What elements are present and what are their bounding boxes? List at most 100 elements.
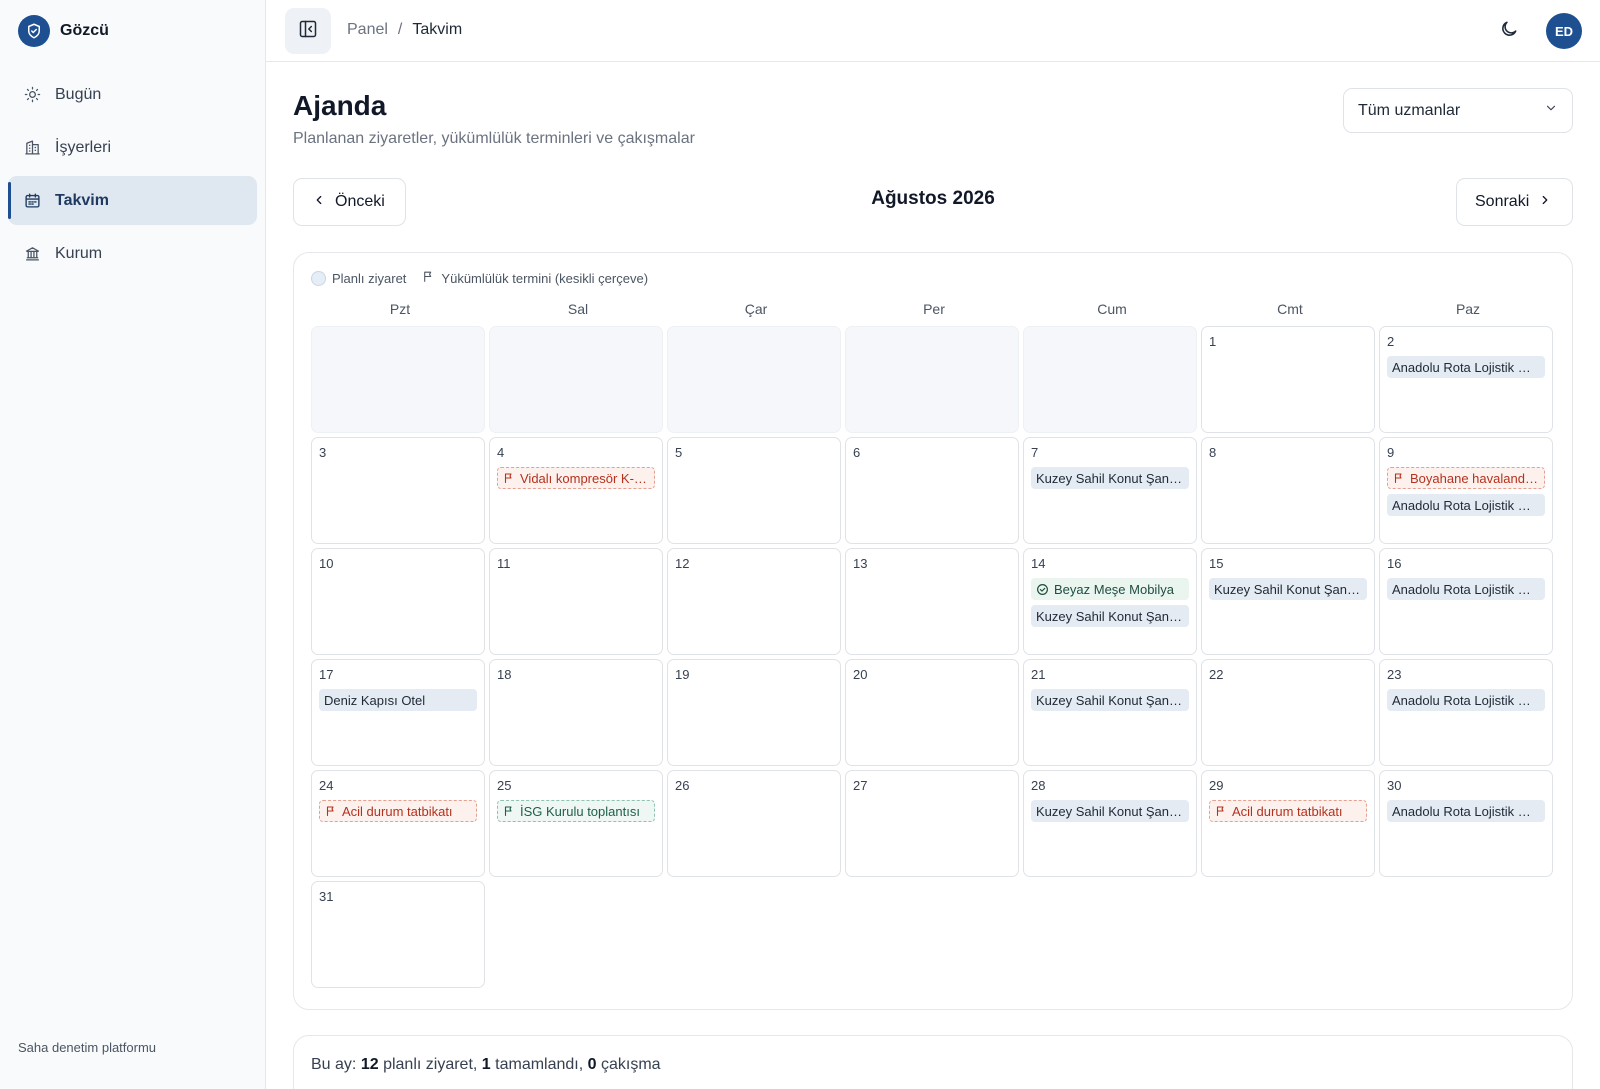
deadline-event[interactable]: Acil durum tatbikatı xyxy=(319,800,477,822)
day-cell[interactable]: 7 Kuzey Sahil Konut Şantiyesi xyxy=(1023,437,1197,544)
sidebar-collapse-icon xyxy=(298,19,318,44)
day-number: 20 xyxy=(853,667,868,682)
visit-event[interactable]: Anadolu Rota Lojistik Depo xyxy=(1387,356,1545,378)
calendar-card: Planlı ziyaret Yükümlülük termini (kesik… xyxy=(293,252,1573,1010)
day-number: 3 xyxy=(319,445,327,460)
completed-visit-event[interactable]: Beyaz Meşe Mobilya xyxy=(1031,578,1189,600)
event-label: Kuzey Sahil Konut Şantiyesi xyxy=(1036,803,1184,819)
day-cell[interactable]: 8 xyxy=(1201,437,1375,544)
flag-icon xyxy=(1215,805,1227,817)
day-cell[interactable]: 12 xyxy=(667,548,841,655)
topbar: Panel / Takvim ED xyxy=(266,0,1600,62)
shield-logo-icon xyxy=(18,15,50,47)
day-cell[interactable]: 27 xyxy=(845,770,1019,877)
event-label: Anadolu Rota Lojistik Depo xyxy=(1392,497,1540,513)
day-cell[interactable]: 19 xyxy=(667,659,841,766)
chevron-down-icon xyxy=(1544,101,1558,120)
conflict-label: çakışma xyxy=(601,1056,661,1073)
day-cell[interactable]: 1 xyxy=(1201,326,1375,433)
deadline-event[interactable]: Boyahane havalandırma xyxy=(1387,467,1545,489)
brand[interactable]: Gözcü xyxy=(18,15,109,47)
day-cell[interactable]: 4 Vidalı kompresör K-2 kontrolü xyxy=(489,437,663,544)
visit-event[interactable]: Deniz Kapısı Otel xyxy=(319,689,477,711)
breadcrumb-parent[interactable]: Panel xyxy=(347,21,388,39)
day-cell[interactable]: 2 Anadolu Rota Lojistik Depo xyxy=(1379,326,1553,433)
day-cell[interactable]: 26 xyxy=(667,770,841,877)
day-cell[interactable]: 25 İSG Kurulu toplantısı xyxy=(489,770,663,877)
day-number: 9 xyxy=(1387,445,1395,460)
visit-event[interactable]: Anadolu Rota Lojistik Depo xyxy=(1387,689,1545,711)
flag-icon xyxy=(503,805,515,817)
visit-event[interactable]: Anadolu Rota Lojistik Depo xyxy=(1387,800,1545,822)
next-month-button[interactable]: Sonraki xyxy=(1456,178,1573,226)
avatar[interactable]: ED xyxy=(1546,13,1582,49)
day-cell[interactable]: 14 Beyaz Meşe Mobilya Kuzey Sahil Konut Şa… xyxy=(1023,548,1197,655)
visit-event[interactable]: Kuzey Sahil Konut Şantiyesi xyxy=(1209,578,1367,600)
moon-icon xyxy=(1499,19,1519,44)
day-cell[interactable]: 13 xyxy=(845,548,1019,655)
event-label: Acil durum tatbikatı xyxy=(342,803,453,819)
day-number: 27 xyxy=(853,778,868,793)
day-cell[interactable]: 29 Acil durum tatbikatı xyxy=(1201,770,1375,877)
sidebar-item-takvim[interactable]: Takvim xyxy=(8,176,257,225)
empty-day-cell xyxy=(667,326,841,433)
calendar-legend: Planlı ziyaret Yükümlülük termini (kesik… xyxy=(311,270,648,286)
day-cell[interactable]: 24 Acil durum tatbikatı xyxy=(311,770,485,877)
weekday-label: Paz xyxy=(1455,301,1481,317)
sidebar-item-isyerleri[interactable]: İşyerleri xyxy=(8,123,257,172)
event-label: Kuzey Sahil Konut Şantiyesi xyxy=(1036,692,1184,708)
sidebar-item-bugun[interactable]: Bugün xyxy=(8,70,257,119)
day-number: 24 xyxy=(319,778,334,793)
event-label: Kuzey Sahil Konut Şantiyesi xyxy=(1036,608,1184,624)
day-cell[interactable]: 31 xyxy=(311,881,485,988)
main-content: Ajanda Planlanan ziyaretler, yükümlülük … xyxy=(266,62,1600,1089)
visit-event[interactable]: Kuzey Sahil Konut Şantiyesi xyxy=(1031,467,1189,489)
day-number: 4 xyxy=(497,445,505,460)
day-cell[interactable]: 9 Boyahane havalandırma Anadolu Rota Lojis… xyxy=(1379,437,1553,544)
day-cell[interactable]: 23 Anadolu Rota Lojistik Depo xyxy=(1379,659,1553,766)
brand-name: Gözcü xyxy=(60,22,109,39)
visit-event[interactable]: Kuzey Sahil Konut Şantiyesi xyxy=(1031,605,1189,627)
sidebar-item-label: İşyerleri xyxy=(55,138,112,156)
sidebar-footer: Saha denetim platformu xyxy=(18,1040,157,1055)
sidebar: Gözcü Bugün İşyerleri Takvim Kurum Saha … xyxy=(0,0,266,1089)
day-cell[interactable]: 18 xyxy=(489,659,663,766)
day-cell[interactable]: 17 Deniz Kapısı Otel xyxy=(311,659,485,766)
day-cell[interactable]: 10 xyxy=(311,548,485,655)
event-label: Deniz Kapısı Otel xyxy=(324,692,426,708)
planned-count: 12 xyxy=(360,1056,379,1073)
day-number: 1 xyxy=(1209,334,1217,349)
day-cell[interactable]: 15 Kuzey Sahil Konut Şantiyesi xyxy=(1201,548,1375,655)
deadline-event[interactable]: Vidalı kompresör K-2 kontrolü xyxy=(497,467,655,489)
day-cell[interactable]: 3 xyxy=(311,437,485,544)
weekday-label: Cmt xyxy=(1277,301,1303,317)
empty-day-cell xyxy=(845,326,1019,433)
deadline-event[interactable]: İSG Kurulu toplantısı xyxy=(497,800,655,822)
day-number: 12 xyxy=(675,556,690,571)
day-cell[interactable]: 16 Anadolu Rota Lojistik Depo xyxy=(1379,548,1553,655)
weekday-label: Cum xyxy=(1097,301,1127,317)
day-cell[interactable]: 21 Kuzey Sahil Konut Şantiyesi xyxy=(1023,659,1197,766)
visit-event[interactable]: Kuzey Sahil Konut Şantiyesi xyxy=(1031,689,1189,711)
expert-filter-select[interactable]: Tüm uzmanlar xyxy=(1343,88,1573,133)
day-number: 18 xyxy=(497,667,512,682)
day-cell[interactable]: 30 Anadolu Rota Lojistik Depo xyxy=(1379,770,1553,877)
visit-event[interactable]: Anadolu Rota Lojistik Depo xyxy=(1387,494,1545,516)
empty-day-cell xyxy=(311,326,485,433)
day-cell[interactable]: 22 xyxy=(1201,659,1375,766)
sidebar-toggle-button[interactable] xyxy=(285,8,331,54)
deadline-event[interactable]: Acil durum tatbikatı xyxy=(1209,800,1367,822)
day-cell[interactable]: 28 Kuzey Sahil Konut Şantiyesi xyxy=(1023,770,1197,877)
check-circle-icon xyxy=(1036,583,1049,596)
visit-event[interactable]: Anadolu Rota Lojistik Depo xyxy=(1387,578,1545,600)
visit-event[interactable]: Kuzey Sahil Konut Şantiyesi xyxy=(1031,800,1189,822)
event-label: Anadolu Rota Lojistik Depo xyxy=(1392,803,1540,819)
sidebar-item-kurum[interactable]: Kurum xyxy=(8,229,257,278)
event-label: Kuzey Sahil Konut Şantiyesi xyxy=(1214,581,1362,597)
day-cell[interactable]: 6 xyxy=(845,437,1019,544)
day-cell[interactable]: 20 xyxy=(845,659,1019,766)
theme-toggle-button[interactable] xyxy=(1496,18,1522,44)
day-cell[interactable]: 5 xyxy=(667,437,841,544)
expert-filter-value: Tüm uzmanlar xyxy=(1358,101,1461,119)
day-cell[interactable]: 11 xyxy=(489,548,663,655)
